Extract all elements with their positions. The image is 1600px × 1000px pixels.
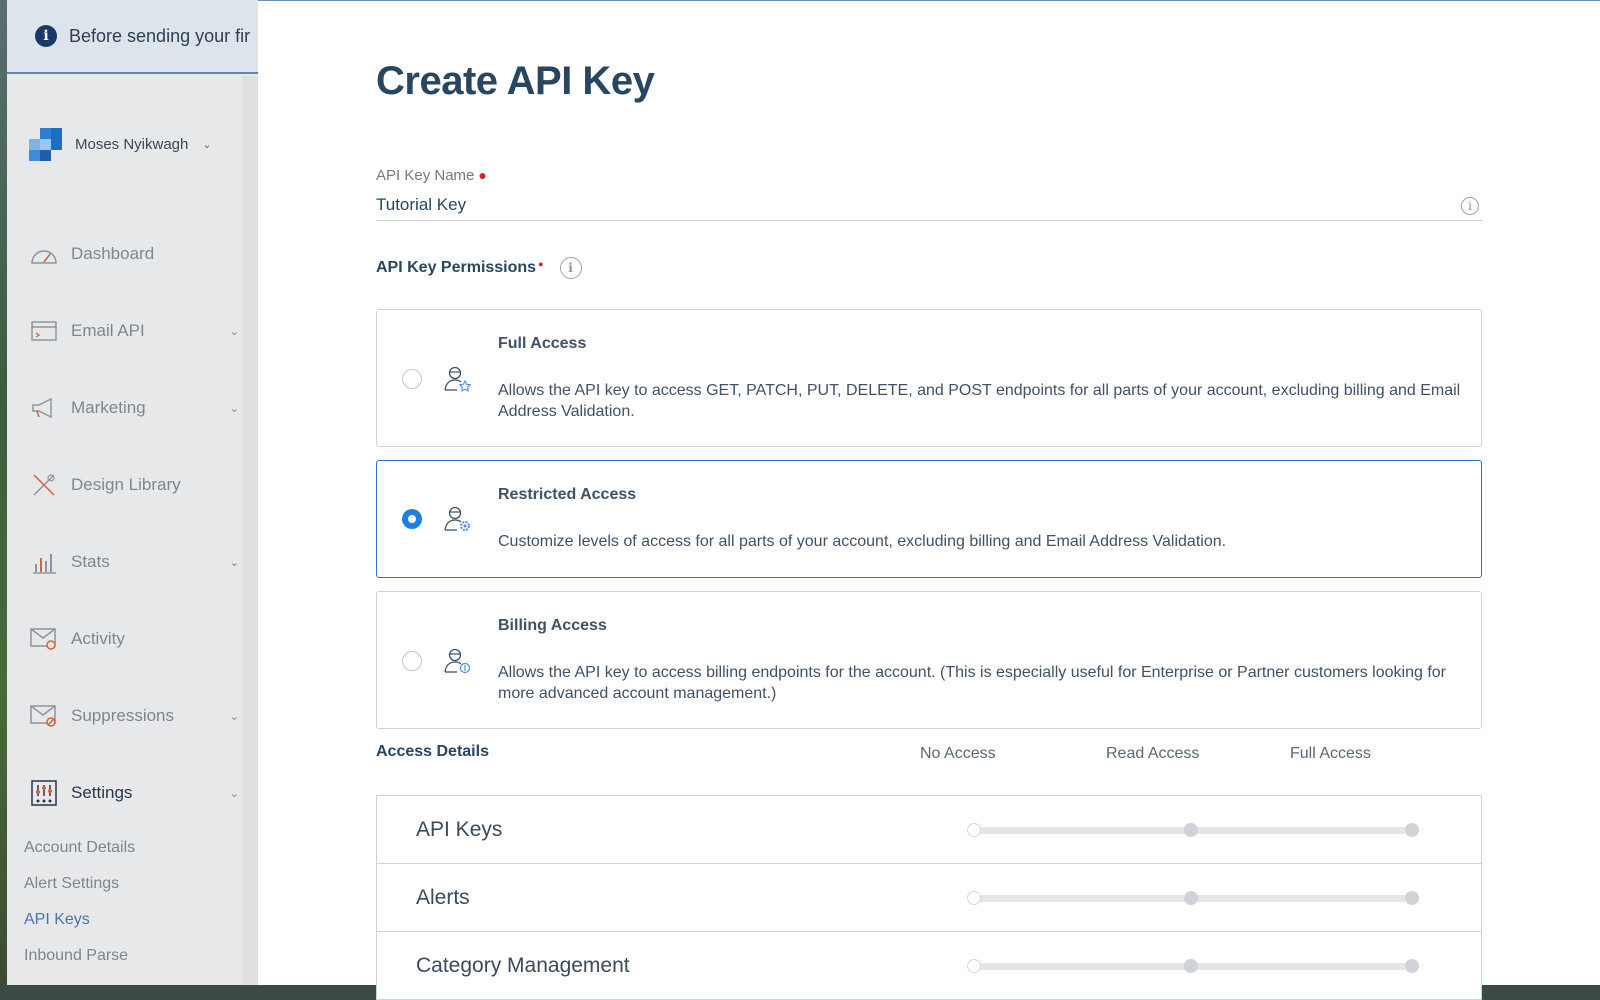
column-read-access: Read Access	[1106, 745, 1200, 762]
row-label: API Keys	[416, 818, 503, 841]
option-full-access[interactable]: Full Access Allows the API key to access…	[376, 309, 1482, 447]
slider-stop-no-access[interactable]	[967, 959, 981, 973]
activity-icon	[29, 625, 59, 653]
radio-full-access[interactable]	[402, 369, 422, 389]
row-label: Category Management	[416, 954, 630, 977]
option-description: Allows the API key to access billing end…	[498, 664, 1446, 702]
option-description: Allows the API key to access GET, PATCH,…	[498, 382, 1461, 420]
nav-label: Email API	[71, 321, 145, 340]
user-dollar-icon	[444, 648, 471, 674]
row-label: Alerts	[416, 886, 470, 909]
nav-label: Activity	[71, 629, 125, 648]
label-text: API Key Permissions	[376, 259, 537, 276]
account-switcher[interactable]: Moses Nyikwagh ⌄	[29, 128, 212, 161]
nav-dashboard[interactable]: Dashboard	[29, 234, 239, 274]
option-billing-access[interactable]: Billing Access Allows the API key to acc…	[376, 591, 1482, 729]
settings-sub-api-keys[interactable]: API Keys	[24, 911, 90, 929]
user-gear-icon	[444, 506, 470, 531]
slider-stop-full-access[interactable]	[1405, 959, 1419, 973]
nav-activity[interactable]: Activity	[29, 619, 239, 659]
sidebar: i Before sending your fir Moses Nyikwagh…	[7, 0, 258, 985]
notice-banner[interactable]: i Before sending your fir	[7, 0, 258, 74]
nav-settings[interactable]: Settings ⌄	[29, 773, 239, 813]
nav-label: Dashboard	[71, 244, 155, 263]
settings-icon	[29, 779, 59, 807]
access-row-api-keys: API Keys	[376, 795, 1482, 864]
nav-email-api[interactable]: Email API ⌄	[29, 311, 239, 351]
access-row-alerts: Alerts	[376, 863, 1482, 932]
radio-restricted-access[interactable]	[402, 509, 422, 529]
nav-label: Marketing	[71, 398, 146, 417]
slider-stop-full-access[interactable]	[1405, 891, 1419, 905]
access-slider[interactable]	[967, 890, 1419, 906]
option-restricted-access[interactable]: Restricted Access Customize levels of ac…	[376, 460, 1482, 578]
nav-design-library[interactable]: Design Library	[29, 465, 239, 505]
settings-sub-alert-settings[interactable]: Alert Settings	[24, 875, 119, 893]
chevron-down-icon: ⌄	[229, 710, 239, 723]
slider-stop-read-access[interactable]	[1184, 959, 1198, 973]
access-details-heading: Access Details	[376, 743, 489, 760]
access-row-category-management: Category Management	[376, 931, 1482, 1000]
chevron-down-icon: ⌄	[229, 402, 239, 415]
slider-stop-full-access[interactable]	[1405, 823, 1419, 837]
create-api-key-panel: Create API Key API Key Name● i API Key P…	[258, 0, 1600, 1000]
column-full-access: Full Access	[1290, 745, 1371, 762]
suppressions-icon	[29, 702, 59, 730]
access-slider[interactable]	[967, 958, 1419, 974]
info-icon[interactable]: i	[559, 257, 582, 279]
email-api-icon	[29, 317, 59, 345]
stats-icon	[29, 548, 59, 576]
page-title: Create API Key	[376, 59, 655, 103]
user-star-icon	[444, 366, 472, 392]
nav-stats[interactable]: Stats ⌄	[29, 542, 239, 582]
api-key-name-input[interactable]	[376, 189, 1482, 221]
chevron-down-icon: ⌄	[202, 138, 212, 151]
megaphone-icon	[29, 394, 59, 422]
slider-stop-no-access[interactable]	[967, 891, 981, 905]
nav-label: Settings	[71, 783, 133, 802]
nav-marketing[interactable]: Marketing ⌄	[29, 388, 239, 428]
permissions-label: API Key Permissions ● i	[376, 257, 582, 279]
required-marker: ●	[478, 167, 487, 183]
option-title: Full Access	[498, 335, 587, 352]
settings-sub-inbound-parse[interactable]: Inbound Parse	[24, 947, 128, 965]
chevron-down-icon: ⌄	[229, 787, 239, 800]
sidebar-scrollbar[interactable]	[242, 76, 258, 985]
info-icon[interactable]: i	[1461, 197, 1479, 215]
nav-label: Stats	[71, 552, 110, 571]
chevron-down-icon: ⌄	[229, 556, 239, 569]
label-text: API Key Name	[376, 167, 475, 184]
account-logo-icon	[29, 128, 62, 161]
access-slider[interactable]	[967, 822, 1419, 838]
banner-text: Before sending your fir	[69, 25, 251, 46]
settings-sub-account-details[interactable]: Account Details	[24, 839, 135, 857]
column-no-access: No Access	[920, 745, 996, 762]
account-name: Moses Nyikwagh	[75, 135, 189, 153]
option-title: Restricted Access	[498, 486, 637, 503]
chevron-down-icon: ⌄	[229, 325, 239, 338]
slider-stop-read-access[interactable]	[1184, 891, 1198, 905]
option-description: Customize levels of access for all parts…	[498, 533, 1227, 550]
design-icon	[29, 471, 59, 499]
nav-label: Design Library	[71, 475, 181, 494]
slider-stop-read-access[interactable]	[1184, 823, 1198, 837]
nav-suppressions[interactable]: Suppressions ⌄	[29, 696, 239, 736]
nav-label: Suppressions	[71, 706, 175, 725]
info-icon: i	[35, 25, 57, 47]
required-marker: ●	[538, 259, 544, 269]
dashboard-icon	[29, 240, 59, 268]
api-key-name-label: API Key Name ●	[376, 167, 487, 184]
option-title: Billing Access	[498, 617, 607, 634]
slider-stop-no-access[interactable]	[967, 823, 981, 837]
radio-billing-access[interactable]	[402, 651, 422, 671]
